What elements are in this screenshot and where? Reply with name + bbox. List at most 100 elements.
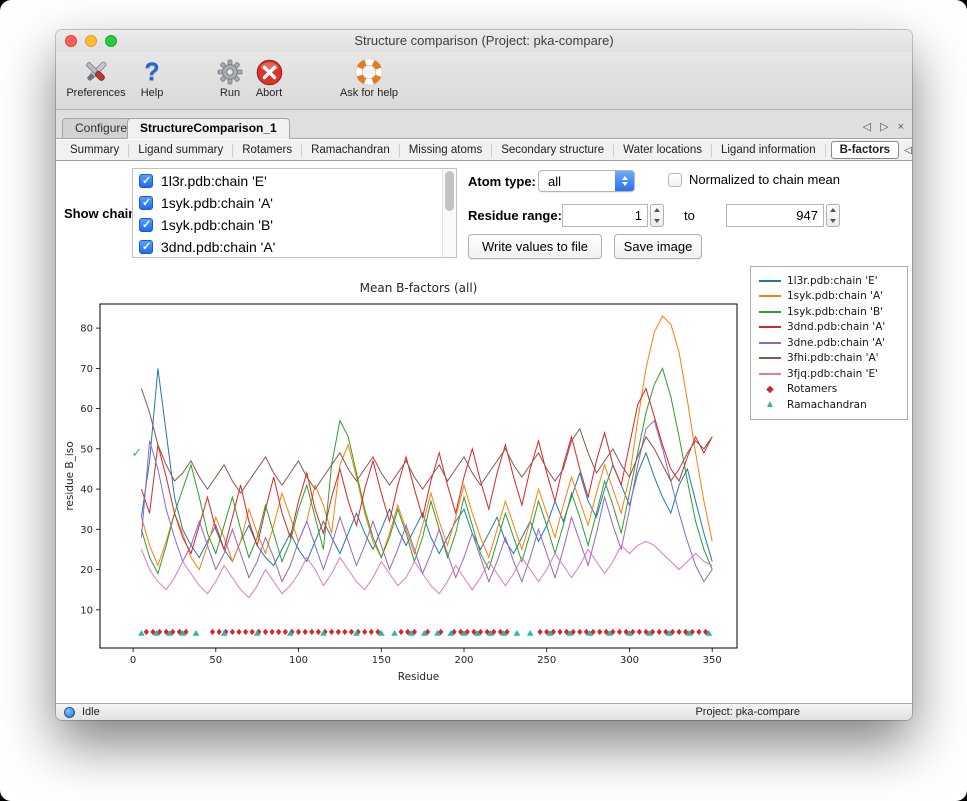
toolbar-label: Run [220, 87, 240, 99]
legend-line-sample [759, 326, 781, 328]
residue-to-input[interactable] [726, 204, 824, 227]
chain-label: 3dnd.pdb:chain 'A' [161, 239, 275, 255]
app-window: Structure comparison (Project: pka-compa… [56, 30, 912, 720]
legend-line-sample [759, 280, 781, 282]
chain-list[interactable]: 1l3r.pdb:chain 'E' 1syk.pdb:chain 'A' 1syk… [132, 168, 457, 258]
legend-label: Rotamers [787, 383, 837, 395]
chain-label: 1l3r.pdb:chain 'E' [161, 173, 267, 189]
window-title: Structure comparison (Project: pka-compa… [56, 30, 912, 52]
document-tab-bar: Configure StructureComparison_1 ◁ ▷ × [56, 110, 912, 139]
save-image-button[interactable]: Save image [614, 234, 702, 259]
chain-row[interactable]: 1syk.pdb:chain 'B' [133, 214, 441, 236]
svg-text:350: 350 [703, 655, 722, 666]
tab-b-factors[interactable]: B-factors [831, 141, 899, 159]
legend-item: 1l3r.pdb:chain 'E' [759, 273, 901, 289]
write-values-button[interactable]: Write values to file [468, 234, 602, 259]
normalized-checkbox-row[interactable]: Normalized to chain mean [668, 172, 840, 187]
help-icon: ? [144, 57, 159, 87]
preferences-icon [82, 57, 110, 87]
chain-label: 1syk.pdb:chain 'A' [161, 195, 273, 211]
chain-row[interactable]: 1syk.pdb:chain 'A' [133, 192, 441, 214]
legend-item: 3dne.pdb:chain 'A' [759, 335, 901, 351]
titlebar[interactable]: Structure comparison (Project: pka-compa… [56, 30, 912, 52]
preferences-button[interactable]: Preferences [60, 57, 132, 105]
svg-text:0: 0 [130, 655, 136, 666]
section-back-icon[interactable]: ◁ [904, 145, 912, 156]
scrollbar-thumb[interactable] [445, 171, 454, 211]
legend-item: 3dnd.pdb:chain 'A' [759, 320, 901, 336]
toolbar-label: Ask for help [340, 87, 398, 99]
chain-list-scrollbar[interactable] [442, 169, 456, 257]
minimize-button[interactable] [85, 35, 97, 47]
legend-label: Ramachandran [787, 399, 867, 411]
svg-text:50: 50 [209, 655, 222, 666]
svg-text:70: 70 [80, 364, 93, 375]
tab-structurecomparison-1[interactable]: StructureComparison_1 [127, 118, 290, 139]
status-project: Project: pka-compare [695, 706, 800, 718]
dropdown-arrows-icon [615, 171, 634, 191]
svg-text:40: 40 [80, 485, 93, 496]
tab-secondary-structure[interactable]: Secondary structure [492, 144, 614, 157]
chart-legend: 1l3r.pdb:chain 'E' 1syk.pdb:chain 'A' 1syk… [750, 266, 908, 420]
zoom-button[interactable] [105, 35, 117, 47]
legend-item: 3fjq.pdb:chain 'E' [759, 366, 901, 382]
legend-diamond-icon: ◆ [759, 384, 781, 395]
toolbar-label: Preferences [66, 87, 125, 99]
abort-button[interactable]: Abort [248, 57, 290, 105]
toolbar-label: Abort [256, 87, 282, 99]
legend-item: ▲Ramachandran [759, 397, 901, 413]
screen-corner [955, 789, 967, 801]
svg-text:60: 60 [80, 404, 93, 415]
legend-item: 1syk.pdb:chain 'B' [759, 304, 901, 320]
legend-label: 1l3r.pdb:chain 'E' [787, 275, 878, 287]
toolbar: Preferences ? Help Run [56, 52, 912, 110]
residue-from-stepper[interactable] [650, 204, 664, 227]
tab-nav: ◁ ▷ × [863, 120, 904, 134]
status-text: Idle [82, 706, 100, 718]
tab-rotamers[interactable]: Rotamers [233, 144, 302, 157]
tab-ligand-summary[interactable]: Ligand summary [129, 144, 233, 157]
to-label: to [684, 208, 695, 223]
tab-forward-icon[interactable]: ▷ [880, 120, 888, 134]
legend-label: 1syk.pdb:chain 'A' [787, 290, 883, 302]
legend-item: ◆ Rotamers [759, 382, 901, 398]
legend-item: 1syk.pdb:chain 'A' [759, 289, 901, 305]
section-tab-nav: ◁ ▷ [904, 145, 912, 156]
svg-text:20: 20 [80, 565, 93, 576]
checkbox-icon[interactable] [668, 173, 682, 187]
residue-to-stepper[interactable] [826, 204, 840, 227]
checkbox-checked-icon[interactable] [139, 174, 153, 188]
ask-for-help-button[interactable]: Ask for help [326, 57, 412, 105]
legend-label: 3fjq.pdb:chain 'E' [787, 368, 878, 380]
gear-icon [217, 57, 243, 87]
residue-from-input[interactable] [562, 204, 648, 227]
tab-back-icon[interactable]: ◁ [863, 120, 871, 134]
legend-label: 3fhi.pdb:chain 'A' [787, 352, 879, 364]
chain-row[interactable]: 3dnd.pdb:chain 'A' [133, 236, 441, 258]
checkbox-checked-icon[interactable] [139, 196, 153, 210]
tab-ligand-information[interactable]: Ligand information [712, 144, 826, 157]
svg-text:80: 80 [80, 324, 93, 335]
screen-corner [0, 789, 12, 801]
legend-line-sample [759, 357, 781, 359]
legend-line-sample [759, 342, 781, 344]
svg-text:10: 10 [80, 605, 93, 616]
tab-water-locations[interactable]: Water locations [614, 144, 712, 157]
tab-missing-atoms[interactable]: Missing atoms [400, 144, 493, 157]
run-button[interactable]: Run [212, 57, 248, 105]
svg-text:150: 150 [372, 655, 391, 666]
chain-row[interactable]: 1l3r.pdb:chain 'E' [133, 170, 441, 192]
svg-text:50: 50 [80, 444, 93, 455]
tab-ramachandran[interactable]: Ramachandran [302, 144, 400, 157]
tab-close-icon[interactable]: × [898, 120, 904, 134]
status-dot-icon [64, 707, 75, 718]
section-tab-list: SummaryLigand summaryRotamersRamachandra… [61, 141, 904, 159]
atom-type-dropdown[interactable]: all [538, 170, 635, 192]
section-tab-bar: SummaryLigand summaryRotamersRamachandra… [56, 140, 912, 161]
help-button[interactable]: ? Help [132, 57, 172, 105]
close-button[interactable] [65, 35, 77, 47]
checkbox-checked-icon[interactable] [139, 218, 153, 232]
svg-text:30: 30 [80, 525, 93, 536]
checkbox-checked-icon[interactable] [139, 240, 153, 254]
tab-summary[interactable]: Summary [61, 144, 129, 157]
